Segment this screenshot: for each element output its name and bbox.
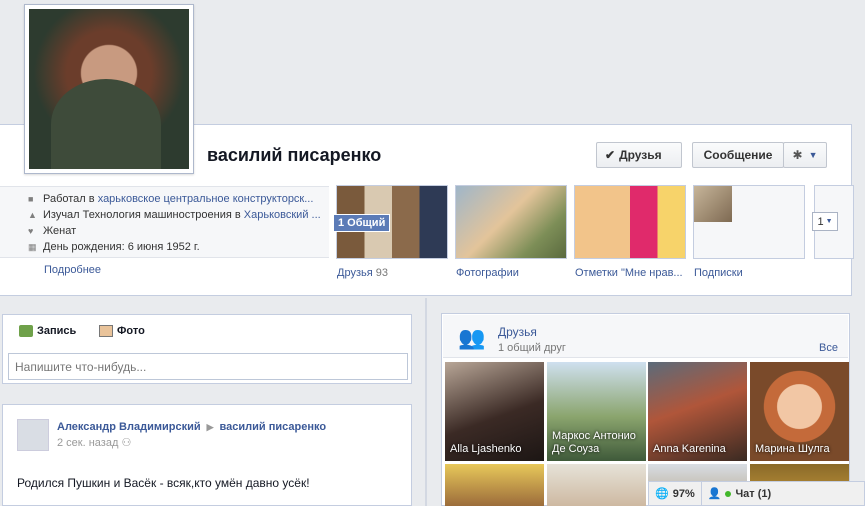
info-birthday: ▦ День рождения: 6 июня 1952 г. [28, 241, 200, 253]
likes-tile-label[interactable]: Отметки "Мне нрав... [575, 267, 683, 279]
photos-tile-label[interactable]: Фотографии [456, 267, 519, 279]
info-work: ■ Работал в харьковское центральное конс… [28, 193, 314, 205]
status-input[interactable]: Напишите что-нибудь... [8, 353, 408, 380]
calendar-icon: ▦ [28, 241, 37, 252]
briefcase-icon: ■ [28, 193, 34, 204]
post-time[interactable]: 2 сек. назад ⚇ [57, 436, 131, 449]
heart-icon: ♥ [28, 225, 34, 236]
profile-name[interactable]: василий писаренко [207, 145, 381, 166]
friends-audience-icon: ⚇ [121, 437, 132, 449]
tab-photo[interactable]: Фото [99, 325, 145, 337]
friend-card[interactable]: Anna Karenina [648, 362, 747, 461]
info-study: ▲ Изучал Технология машиностроения в Хар… [28, 209, 321, 221]
friends-icon: 👥 [458, 325, 486, 350]
chevron-down-icon: ▼ [825, 218, 833, 225]
post-author[interactable]: Александр Владимирский [57, 421, 201, 433]
likes-tile[interactable] [574, 185, 686, 259]
post-composer: Запись Фото Напишите что-нибудь... [2, 314, 412, 384]
arrow-right-icon: ▶ [206, 421, 214, 432]
friends-box-header: 👥 Друзья 1 общий друг Все [443, 315, 848, 358]
tiles-dropdown[interactable]: 1 ▼ [812, 212, 838, 231]
all-friends-link[interactable]: Все [819, 342, 838, 354]
friend-card[interactable]: Маркос Антонио Де Соуза [547, 362, 646, 461]
friends-box: 👥 Друзья 1 общий друг Все Alla Ljashenko… [441, 313, 850, 506]
mutual-friends-badge[interactable]: 1 Общий [333, 214, 391, 232]
friends-box-subtitle: 1 общий друг [498, 342, 566, 354]
friends-box-title[interactable]: Друзья [498, 325, 537, 339]
online-dot [725, 490, 732, 497]
subscriptions-tile-label[interactable]: Подписки [694, 267, 743, 279]
gear-icon: ✱ [792, 148, 803, 162]
message-button[interactable]: Сообщение [692, 142, 784, 168]
profile-picture[interactable] [24, 4, 194, 174]
settings-menu-button[interactable]: ✱ ▼ [783, 142, 827, 168]
chevron-down-icon: ▼ [808, 150, 818, 160]
globe-icon: 🌐 [655, 488, 669, 500]
friends-tile-label[interactable]: Друзья 93 [337, 267, 388, 279]
timeline-post: Александр Владимирский ▶ василий писарен… [2, 404, 412, 506]
friends-button[interactable]: ✔ Друзья [596, 142, 682, 168]
checkmark-icon: ✔ [605, 148, 616, 162]
photos-tile[interactable] [455, 185, 567, 259]
friend-card[interactable] [547, 464, 646, 506]
graduation-cap-icon: ▲ [28, 209, 37, 220]
friend-card[interactable]: Марина Шулга [750, 362, 849, 461]
subscriptions-tile[interactable] [693, 185, 805, 259]
author-avatar[interactable] [17, 419, 49, 451]
chat-button[interactable]: 👤 Чат (1) [700, 482, 777, 505]
info-relationship: ♥ Женат [28, 225, 77, 237]
network-status[interactable]: 🌐 97% [649, 482, 701, 505]
timeline-divider [425, 298, 427, 506]
tab-post[interactable]: Запись [19, 325, 76, 337]
more-info-link[interactable]: Подробнее [44, 264, 101, 276]
speech-bubble-icon [19, 325, 33, 337]
post-text: Родился Пушкин и Васёк - всяк,кто умён д… [17, 476, 310, 490]
user-icon: 👤 [707, 488, 722, 500]
post-target[interactable]: василий писаренко [220, 421, 327, 433]
friend-card[interactable] [445, 464, 544, 506]
post-header: Александр Владимирский ▶ василий писарен… [57, 421, 326, 433]
chat-bar: 🌐 97% 👤 Чат (1) [648, 481, 865, 506]
work-link[interactable]: харьковское центральное конструкторск... [98, 193, 314, 205]
friend-card[interactable]: Alla Ljashenko [445, 362, 544, 461]
photo-icon [99, 325, 113, 337]
study-link[interactable]: Харьковский ... [244, 209, 321, 221]
